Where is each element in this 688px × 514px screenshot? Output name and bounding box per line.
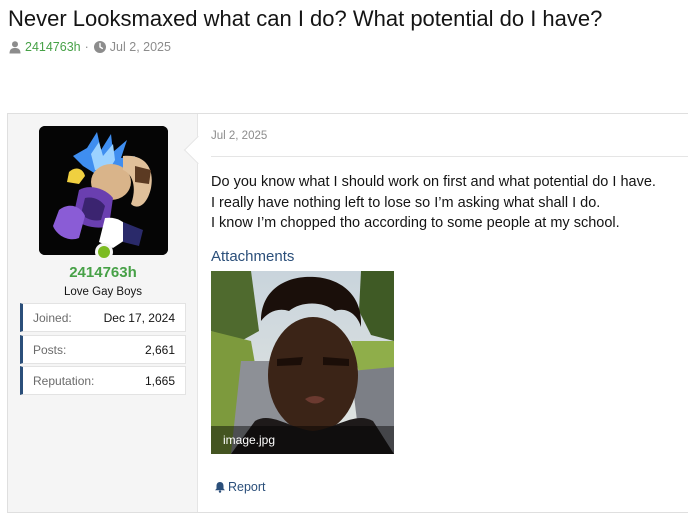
attachment-filename: image.jpg [211, 426, 394, 454]
thread-title: Never Looksmaxed what can I do? What pot… [8, 6, 603, 31]
divider [211, 156, 688, 157]
avatar[interactable] [39, 126, 168, 255]
post-date-link[interactable]: Jul 2, 2025 [211, 130, 267, 142]
post-body-line: I really have nothing left to lose so I’… [211, 194, 601, 211]
attachment-thumbnail[interactable]: image.jpg [211, 271, 394, 454]
bell-icon [214, 481, 226, 493]
stat-value: 1,665 [144, 373, 175, 388]
post-username[interactable]: 2414763h [8, 264, 198, 281]
thread-date-link[interactable]: Jul 2, 2025 [110, 40, 171, 54]
stat-label: Joined: [33, 310, 72, 325]
meta-separator: · [84, 40, 89, 54]
post-user-column: 2414763h Love Gay Boys Joined: Dec 17, 2… [8, 114, 198, 512]
stat-label: Reputation: [33, 373, 95, 388]
online-status-indicator [95, 243, 113, 261]
post-body-line: Do you know what I should work on first … [211, 174, 656, 190]
post-body: Do you know what I should work on first … [211, 172, 656, 234]
thread-meta: 2414763h · Jul 2, 2025 [8, 40, 171, 54]
user-title: Love Gay Boys [64, 286, 142, 298]
post-body-line: I know I’m chopped tho according to some… [211, 215, 620, 231]
user-icon [8, 40, 22, 54]
stat-label: Posts: [33, 342, 67, 357]
stat-joined: Joined: Dec 17, 2024 [20, 303, 186, 332]
stat-posts: Posts: 2,661 [20, 335, 186, 364]
clock-icon [93, 40, 107, 54]
post-main-column: Jul 2, 2025 Do you know what I should wo… [199, 114, 688, 512]
stat-reputation: Reputation: 1,665 [20, 366, 186, 395]
post-message: 2414763h Love Gay Boys Joined: Dec 17, 2… [7, 113, 688, 513]
report-link[interactable]: Report [214, 480, 266, 494]
report-label: Report [228, 480, 266, 494]
thread-author-link[interactable]: 2414763h [25, 40, 81, 54]
attachments-heading: Attachments [211, 248, 295, 265]
stat-value: Dec 17, 2024 [103, 310, 175, 325]
stat-value: 2,661 [144, 342, 175, 357]
